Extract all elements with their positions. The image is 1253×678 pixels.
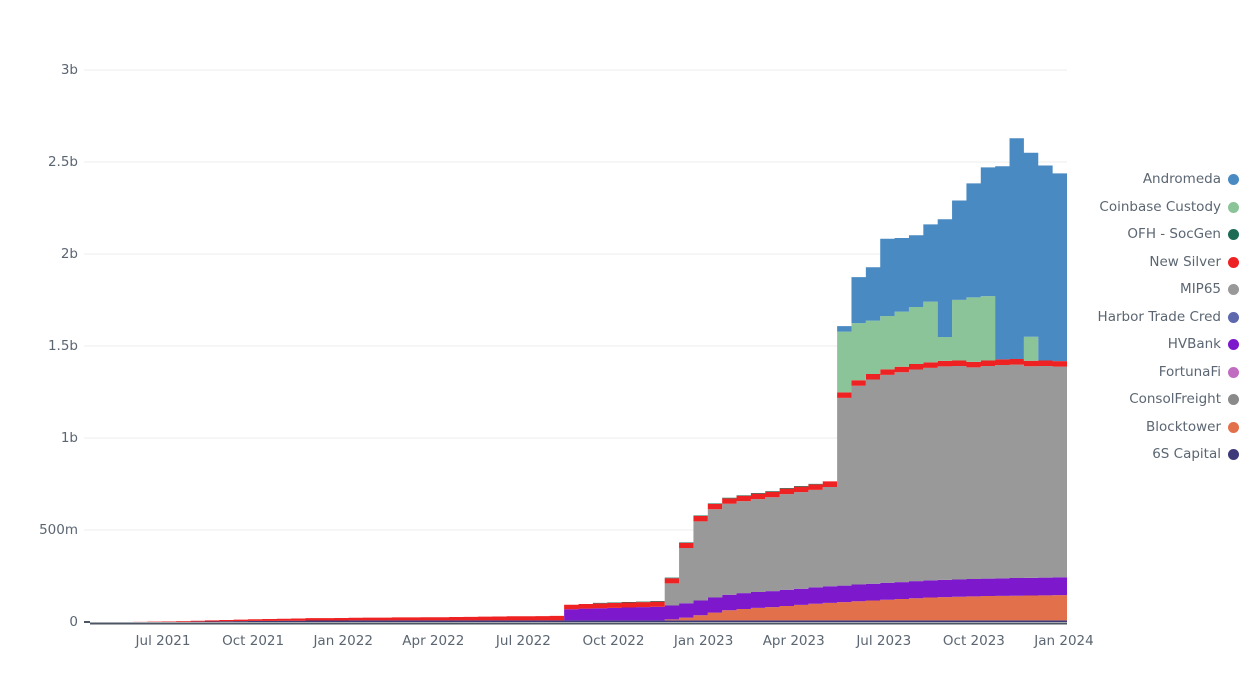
legend-item[interactable]: HVBank: [1168, 331, 1239, 359]
x-axis-tick-label: Jan 2024: [1033, 633, 1093, 649]
legend-item-label: OFH - SocGen: [1127, 226, 1221, 242]
y-axis-tick-label: 0: [69, 614, 78, 630]
legend-color-swatch-icon: [1228, 201, 1239, 213]
x-axis-tick-label: Oct 2023: [943, 633, 1005, 649]
legend-color-swatch-icon: [1228, 421, 1239, 433]
x-axis-tick-label: Apr 2023: [763, 633, 825, 649]
legend-item[interactable]: 6S Capital: [1152, 441, 1239, 469]
legend-color-swatch-icon: [1228, 339, 1239, 351]
legend-item-label: New Silver: [1149, 253, 1221, 270]
legend-item-label: FortunaFi: [1158, 363, 1221, 380]
legend-item[interactable]: FortunaFi: [1159, 359, 1239, 387]
x-axis-tick-label: Jul 2022: [495, 633, 551, 649]
stacked-area-chart: 0 500m 1b 1.5b 2b 2.5b 3b Jul 2021 Oct 2021 Jan …: [0, 0, 1253, 678]
x-axis-tick-labels: Jul 2021 Oct 2021 Jan 2022 Apr 2022 Jul 2022…: [135, 633, 1094, 649]
y-axis-tick-label: 2b: [61, 246, 78, 262]
legend-color-swatch-icon: [1228, 449, 1239, 461]
legend-item[interactable]: ConsolFreight: [1129, 386, 1239, 414]
legend-item-label: Harbor Trade Cred: [1097, 308, 1221, 325]
legend-color-swatch-icon: [1228, 366, 1239, 378]
legend-item-label: MIP65: [1180, 281, 1221, 297]
legend-item-label: 6S Capital: [1152, 446, 1221, 462]
chart-legend[interactable]: Andromeda Coinbase Custody OFH - SocGen New…: [1019, 166, 1239, 469]
legend-item[interactable]: Andromeda: [1143, 166, 1239, 194]
y-axis-tick-label: 2.5b: [48, 154, 78, 170]
x-axis-tick-label: Apr 2022: [402, 633, 464, 649]
y-axis-tick-labels: 0 500m 1b 1.5b 2b 2.5b 3b: [39, 62, 90, 630]
y-axis-tick-label: 1.5b: [48, 338, 78, 354]
legend-item-label: Coinbase Custody: [1099, 198, 1221, 215]
series-areas[interactable]: [90, 138, 1067, 622]
legend-item[interactable]: OFH - SocGen: [1127, 221, 1239, 249]
x-axis-tick-label: Oct 2022: [583, 633, 645, 649]
legend-item-label: ConsolFreight: [1129, 391, 1221, 407]
legend-color-swatch-icon: [1228, 174, 1239, 186]
x-axis-tick-label: Oct 2021: [222, 633, 284, 649]
legend-item[interactable]: MIP65: [1180, 276, 1239, 304]
legend-color-swatch-icon: [1228, 394, 1239, 406]
legend-item-label: Andromeda: [1142, 171, 1221, 187]
x-axis-tick-label: Jan 2022: [312, 633, 372, 649]
legend-item-label: Blocktower: [1146, 418, 1221, 435]
x-axis-tick-label: Jul 2023: [855, 633, 911, 649]
legend-color-swatch-icon: [1228, 311, 1239, 323]
legend-item[interactable]: Coinbase Custody: [1099, 194, 1239, 222]
y-axis-tick-label: 1b: [61, 430, 78, 446]
legend-item[interactable]: Harbor Trade Cred: [1098, 304, 1239, 332]
legend-color-swatch-icon: [1228, 284, 1239, 296]
legend-item-label: HVBank: [1167, 336, 1221, 352]
legend-item[interactable]: New Silver: [1149, 249, 1239, 277]
y-axis-tick-label: 3b: [61, 62, 78, 78]
legend-color-swatch-icon: [1228, 229, 1239, 241]
y-axis-tick-label: 500m: [39, 522, 78, 538]
x-axis-tick-label: Jul 2021: [135, 633, 191, 649]
legend-color-swatch-icon: [1228, 256, 1239, 268]
legend-item[interactable]: Blocktower: [1146, 414, 1239, 442]
x-axis-tick-label: Jan 2023: [673, 633, 733, 649]
